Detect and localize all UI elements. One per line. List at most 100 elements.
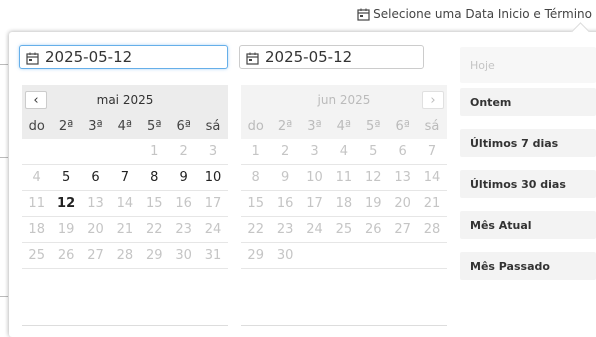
background-edge	[0, 157, 8, 158]
day-cell: 25	[335, 222, 353, 237]
day-cell: 23	[276, 222, 294, 237]
day-cell: 17	[306, 196, 323, 211]
range-yesterday[interactable]: Ontem	[460, 88, 596, 116]
day-cell: 16	[175, 196, 192, 211]
day-cell: 16	[276, 196, 294, 211]
calendar-icon	[357, 8, 370, 21]
range-current-month[interactable]: Mês Atual	[460, 211, 596, 239]
day-cell: 25	[28, 248, 45, 263]
range-last-month[interactable]: Mês Passado	[460, 252, 596, 280]
day-cell: 20	[394, 196, 411, 211]
start-date-value: 2025-05-12	[45, 48, 133, 66]
day-cell: 15	[145, 196, 163, 211]
day-cell: 2	[280, 144, 290, 159]
calendar-icon	[246, 51, 259, 65]
day-cell	[329, 243, 358, 268]
day-cell: 28	[423, 222, 441, 237]
day-grid: 1 2 3 4 5 6 7 8 9 10 11 12 13 14 15 16 1…	[22, 139, 228, 269]
day-cell: 27	[394, 222, 411, 237]
weekday-label: sá	[424, 119, 440, 134]
day-cell: 1	[251, 144, 260, 159]
weekday-label: 2ª	[277, 119, 293, 134]
day-cell	[388, 243, 417, 268]
day-cell: 12	[364, 170, 382, 185]
day-cell: 15	[247, 196, 264, 211]
day-cell: 6	[398, 144, 407, 159]
day-cell-selected[interactable]: 12	[51, 191, 80, 216]
weekday-label: 2ª	[58, 119, 74, 134]
left-calendar: ‹ mai 2025 do 2ª 3ª 4ª 5ª 6ª sá 1 2 3 4 …	[22, 85, 228, 269]
day-cell: 14	[423, 170, 441, 185]
start-date-input[interactable]: 2025-05-12	[19, 45, 228, 69]
day-cell: 18	[335, 196, 353, 211]
day-cell: 23	[175, 222, 192, 237]
date-range-trigger[interactable]: Selecione uma Data Inicio e Término	[357, 7, 592, 21]
end-date-input[interactable]: 2025-05-12	[239, 45, 424, 69]
day-cell: 2	[179, 144, 188, 159]
day-cell: 28	[116, 248, 134, 263]
day-cell	[359, 243, 388, 268]
day-cell	[417, 243, 446, 268]
weekday-label: 5ª	[147, 119, 162, 134]
range-today[interactable]: Hoje	[460, 47, 596, 83]
day-cell: 19	[57, 222, 75, 237]
day-cell: 22	[145, 222, 163, 237]
weekday-label: do	[28, 119, 45, 134]
day-cell: 29	[247, 248, 264, 263]
weekday-label: do	[247, 119, 264, 134]
week-row: 8 9 10 11 12 13 14	[241, 165, 447, 191]
day-cell[interactable]: 8	[140, 165, 169, 190]
day-cell: 4	[339, 144, 348, 159]
weekday-label: sá	[205, 119, 221, 134]
day-cell: 22	[247, 222, 264, 237]
range-last-7-days[interactable]: Últimos 7 dias	[460, 129, 596, 157]
day-cell: 7	[427, 144, 437, 159]
prev-month-button[interactable]: ‹	[25, 91, 47, 109]
day-cell: 31	[204, 248, 222, 263]
day-cell: 3	[208, 144, 218, 159]
day-cell[interactable]: 7	[110, 165, 139, 190]
day-cell: 21	[116, 222, 134, 237]
calendar-icon	[26, 51, 39, 65]
day-cell: 18	[28, 222, 45, 237]
day-cell: 21	[423, 196, 441, 211]
week-row: 18 19 20 21 22 23 24	[22, 217, 228, 243]
calendar-header: ‹ mai 2025	[22, 85, 228, 114]
weekday-label: 3ª	[307, 119, 322, 134]
day-cell: 20	[87, 222, 104, 237]
weekday-label: 3ª	[88, 119, 103, 134]
day-cell	[110, 139, 139, 164]
day-cell: 4	[32, 170, 41, 185]
week-row: 1 2 3	[22, 139, 228, 165]
day-cell: 19	[364, 196, 382, 211]
day-cell	[300, 243, 329, 268]
day-cell: 11	[335, 170, 353, 185]
weekday-label: 6ª	[395, 119, 410, 134]
day-cell: 1	[150, 144, 159, 159]
day-cell: 8	[251, 170, 260, 185]
day-cell[interactable]: 10	[198, 165, 227, 190]
week-row: 25 26 27 28 29 30 31	[22, 243, 228, 269]
next-month-button[interactable]: ›	[422, 91, 444, 109]
range-last-30-days[interactable]: Últimos 30 dias	[460, 170, 596, 198]
day-grid: 1 2 3 4 5 6 7 8 9 10 11 12 13 14 15 16 1…	[241, 139, 447, 269]
day-cell[interactable]: 6	[81, 165, 110, 190]
right-calendar: jun 2025 › do 2ª 3ª 4ª 5ª 6ª sá 1 2 3 4 …	[241, 85, 447, 269]
day-cell: 26	[57, 248, 75, 263]
day-cell	[51, 139, 80, 164]
weekday-label: 6ª	[176, 119, 191, 134]
day-cell[interactable]: 5	[51, 165, 80, 190]
day-cell: 24	[306, 222, 323, 237]
weekday-label: 5ª	[366, 119, 381, 134]
calendar-divider	[22, 325, 228, 326]
weekday-label: 4ª	[336, 119, 352, 134]
weekday-label: 4ª	[117, 119, 133, 134]
week-row: 22 23 24 25 26 27 28	[241, 217, 447, 243]
day-cell: 3	[310, 144, 319, 159]
day-cell[interactable]: 9	[169, 165, 198, 190]
day-cell: 13	[394, 170, 411, 185]
day-cell: 17	[204, 196, 222, 211]
background-edge	[0, 64, 8, 65]
day-cell: 26	[364, 222, 382, 237]
preset-ranges: Hoje Ontem Últimos 7 dias Últimos 30 dia…	[460, 47, 596, 293]
